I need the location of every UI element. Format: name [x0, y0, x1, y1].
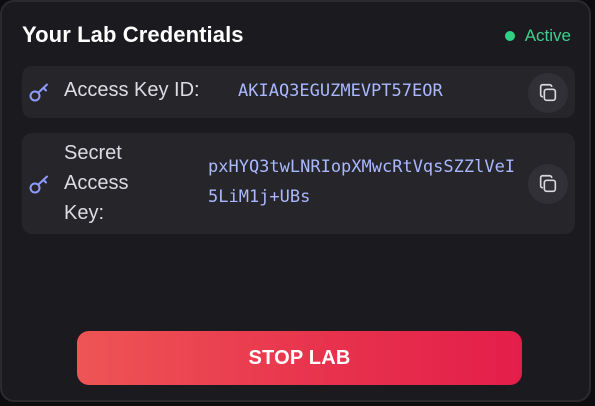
access-key-label: Access Key ID: — [64, 79, 200, 101]
panel-title: Your Lab Credentials — [22, 22, 244, 47]
copy-secret-key-button[interactable] — [528, 164, 568, 204]
stop-lab-button[interactable]: STOP LAB — [77, 331, 522, 385]
copy-icon — [539, 174, 557, 193]
status-label: Active — [524, 26, 571, 45]
access-key-value: AKIAQ3EGUZMEVPT57EOR — [238, 81, 443, 101]
key-icon — [29, 83, 48, 102]
secret-key-label: Secret Access Key: — [64, 142, 129, 224]
access-key-row: Access Key ID: AKIAQ3EGUZMEVPT57EOR — [22, 66, 575, 118]
key-icon — [29, 175, 48, 194]
status-indicator: Active — [504, 26, 571, 46]
status-dot-icon — [504, 31, 515, 41]
secret-key-row: Secret Access Key: pxHYQ3twLNRIopXMwcRtV… — [22, 133, 575, 234]
copy-access-key-button[interactable] — [528, 73, 568, 113]
copy-icon — [539, 83, 557, 102]
secret-key-value: pxHYQ3twLNRIopXMwcRtVqsSZZlVeI5LiM1j+UBs — [208, 157, 516, 207]
credentials-panel: Your Lab Credentials Active Access Key I… — [0, 0, 591, 402]
